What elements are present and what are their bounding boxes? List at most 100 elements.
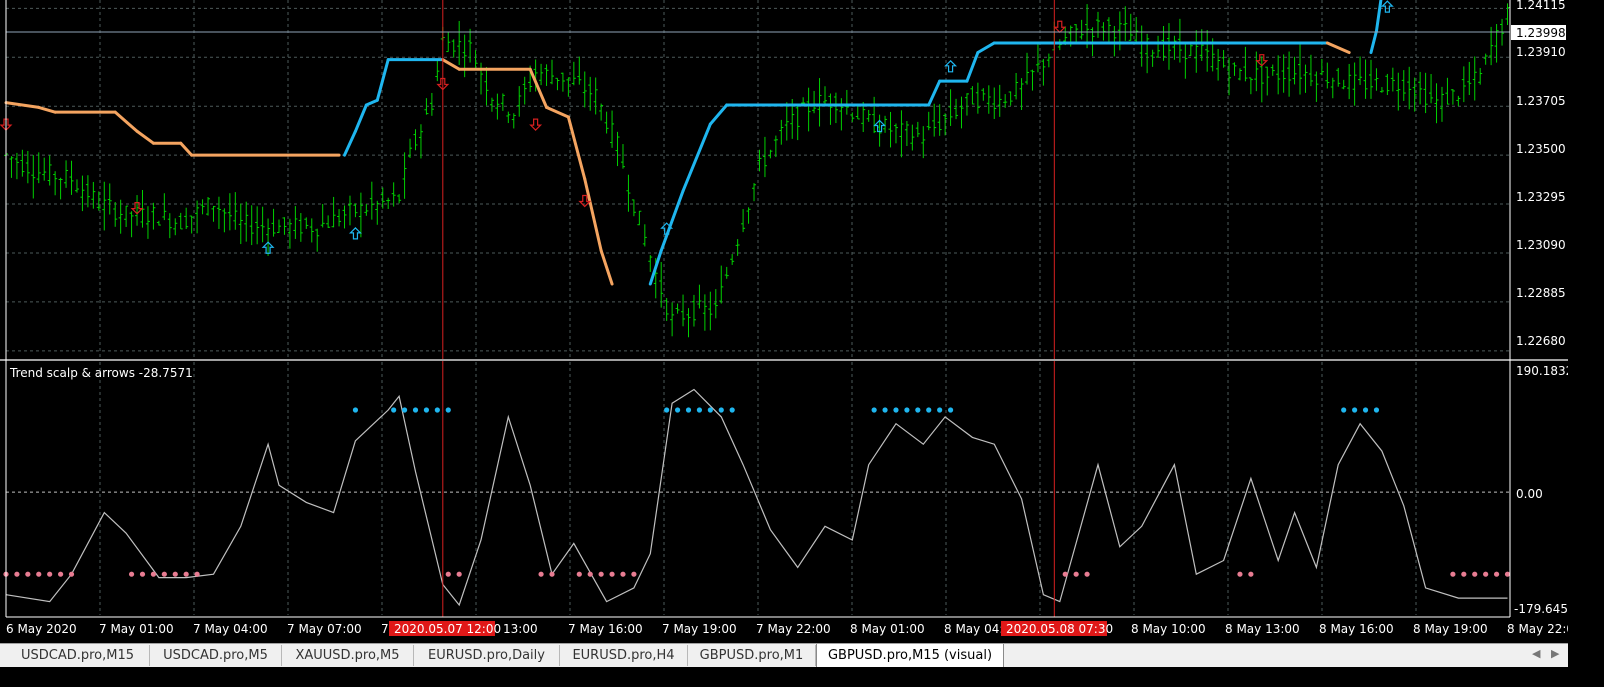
signal-dot-up: [434, 407, 440, 413]
trend-segment: [927, 79, 942, 107]
trend-segment: [343, 129, 357, 157]
tab-eurusd-daily[interactable]: EURUSD.pro,Daily: [414, 645, 560, 666]
indicator-grid: [6, 362, 1511, 615]
signal-dot-up: [904, 407, 910, 413]
signal-dot-down: [620, 571, 626, 577]
signal-dot-up: [871, 407, 877, 413]
arrow-up-icon: [348, 227, 362, 240]
arrow-down-icon: [529, 118, 543, 131]
signal-dot-down: [1237, 571, 1243, 577]
price-label: 1.23910: [1516, 45, 1566, 59]
candles: [4, 3, 1510, 338]
trend-segment: [135, 129, 155, 145]
indicator-axis-label: 190.1832: [1516, 364, 1568, 378]
signal-dot-up: [423, 407, 430, 413]
signal-dot-down: [1461, 571, 1467, 577]
trend-segment: [441, 58, 461, 71]
signal-dot-up: [674, 407, 681, 413]
trend-segment: [545, 105, 570, 119]
signal-dot-down: [445, 571, 451, 577]
trend-line: [4, 0, 1383, 286]
signal-dot-up: [707, 407, 713, 413]
time-label: 8 May 04:0: [944, 622, 1011, 636]
signal-dot-up: [685, 407, 692, 413]
time-label: 7 May 04:00: [193, 622, 268, 636]
trend-segment: [375, 58, 390, 102]
signal-dot-up: [1352, 407, 1358, 413]
signal-dot-down: [1084, 571, 1090, 577]
signal-dot-up: [391, 407, 397, 413]
tab-xauusd-m5[interactable]: XAUUSD.pro,M5: [282, 645, 414, 666]
tab-gbpusd-m15-visual[interactable]: GBPUSD.pro,M15 (visual): [816, 644, 1004, 667]
signal-dot-up: [893, 407, 899, 413]
trend-segment: [583, 177, 603, 253]
signal-dot-down: [1450, 571, 1456, 577]
trend-segment: [976, 41, 996, 55]
signal-dot-up: [718, 407, 724, 413]
signal-dot-up: [664, 407, 670, 413]
signal-dot-down: [1483, 571, 1489, 577]
price-label: 1.23705: [1516, 94, 1566, 108]
trend-segment: [1369, 29, 1378, 55]
signal-dot-up: [915, 407, 921, 413]
signal-dot-up: [1373, 407, 1380, 413]
time-label: 7 May 07:00: [287, 622, 362, 636]
tab-eurusd-h4[interactable]: EURUSD.pro,H4: [560, 645, 688, 666]
oscillator: [5, 388, 1508, 607]
tab-gbpusd-m1[interactable]: GBPUSD.pro,M1: [688, 645, 816, 666]
signal-dot-down: [1062, 571, 1068, 577]
signal-dot-down: [631, 571, 637, 577]
time-axis: 6 May 2020 7 May 01:00 7 May 04:00 7 May…: [6, 621, 1568, 636]
vertical-lines: [442, 0, 1055, 617]
time-label: 7 May 19:00: [662, 622, 737, 636]
signal-dot-up: [1341, 407, 1347, 413]
signal-dot-down: [576, 571, 582, 577]
tab-scroll-left-icon[interactable]: ◀: [1532, 647, 1540, 660]
price-label: 1.23500: [1516, 142, 1566, 156]
signal-dot-down: [587, 571, 593, 577]
signal-dot-up: [947, 407, 954, 413]
arrow-up-icon: [1380, 0, 1394, 13]
signal-dot-up: [352, 407, 359, 413]
time-highlight-label: 2020.05.08 07:30: [1006, 622, 1113, 636]
signal-dot-up: [882, 407, 888, 413]
oscillator-line: [5, 388, 1508, 607]
signal-dot-down: [47, 571, 53, 577]
signal-dot-down: [161, 571, 167, 577]
indicator-axis: Trend scalp & arrows -28.7571 190.1832 0…: [9, 364, 1568, 616]
tab-usdcad-m5[interactable]: USDCAD.pro,M5: [150, 645, 282, 666]
trend-segment: [708, 103, 729, 126]
signal-dot-down: [150, 571, 157, 577]
time-label: 8 May 16:00: [1319, 622, 1394, 636]
signal-arrows: [0, 0, 1394, 254]
signal-dot-down: [1248, 571, 1254, 577]
signal-dot-down: [128, 571, 135, 577]
signal-dot-up: [729, 407, 735, 413]
indicator-axis-label: -179.6456: [1514, 602, 1568, 616]
chart-window[interactable]: 1.24115 1.23910 1.23705 1.23500 1.23295 …: [0, 0, 1568, 667]
chart-canvas[interactable]: 1.24115 1.23910 1.23705 1.23500 1.23295 …: [0, 0, 1568, 643]
tab-usdcad-m15[interactable]: USDCAD.pro,M15: [6, 645, 150, 666]
trend-segment: [1325, 41, 1351, 55]
signal-dot-up: [445, 407, 451, 413]
trend-segment: [681, 122, 712, 193]
signal-dot-down: [598, 571, 604, 577]
chart-tab-bar: USDCAD.pro,M15 USDCAD.pro,M5 XAUUSD.pro,…: [0, 643, 1568, 667]
signal-dot-down: [36, 571, 42, 577]
time-label: 8 May 19:00: [1413, 622, 1488, 636]
signal-dot-down: [1493, 571, 1500, 577]
signal-dot-down: [25, 571, 31, 577]
signal-dot-down: [609, 571, 615, 577]
price-label: 1.23090: [1516, 238, 1566, 252]
trend-segment: [113, 110, 139, 133]
tab-scroll-right-icon[interactable]: ▶: [1551, 647, 1559, 660]
signal-dot-down: [139, 571, 146, 577]
trend-segment: [37, 105, 57, 114]
arrow-up-icon: [944, 59, 958, 73]
time-label: 7 May 01:00: [99, 622, 174, 636]
signal-dot-down: [1472, 571, 1478, 577]
signal-dot-down: [538, 571, 544, 577]
time-label: 7 May 16:00: [568, 622, 643, 636]
time-label: 8 May 22:00: [1507, 622, 1568, 636]
signal-dot-down: [549, 571, 555, 577]
